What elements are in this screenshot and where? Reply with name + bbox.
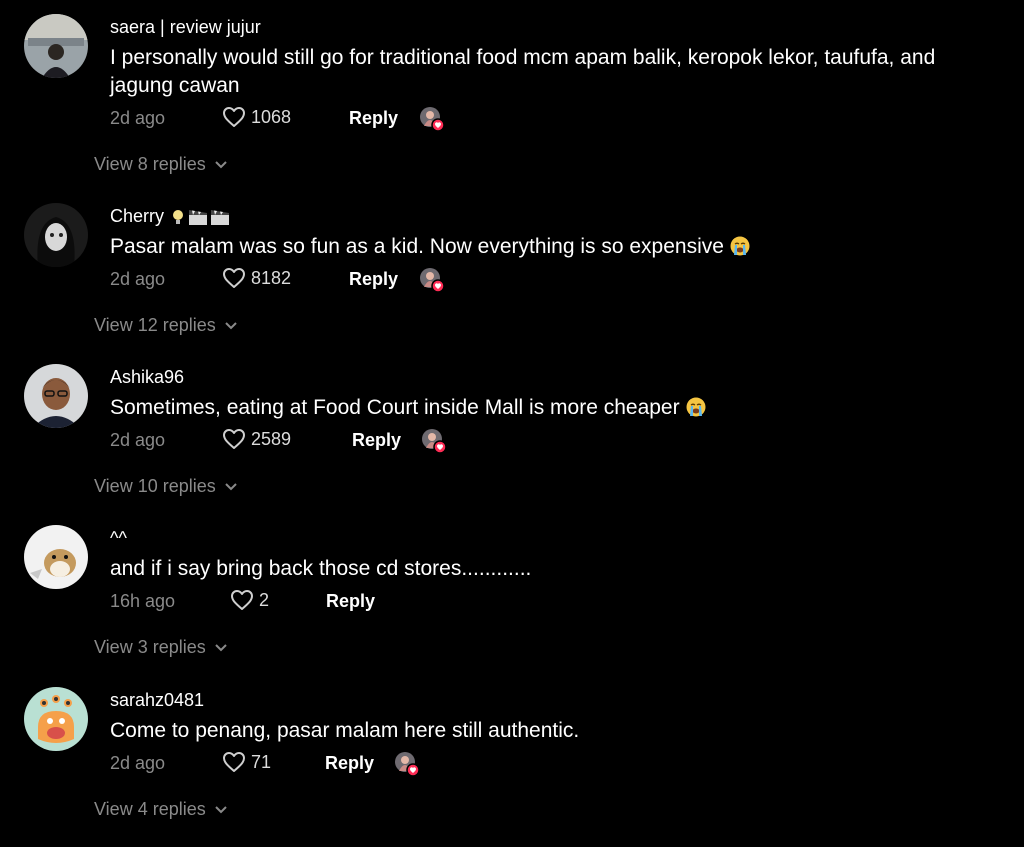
comment-username[interactable]: ^^: [110, 528, 127, 549]
like-button[interactable]: 2: [230, 589, 269, 611]
like-count: 8182: [251, 267, 292, 288]
comment-item: Ashika96 Sometimes, eating at Food Court…: [0, 364, 1024, 524]
comment-time: 2d ago: [110, 108, 166, 128]
chevron-down-icon: [225, 482, 237, 490]
creator-liked-badge: [419, 267, 445, 293]
view-replies-button[interactable]: View 3 replies: [94, 637, 228, 658]
avatar[interactable]: [24, 14, 88, 78]
view-replies-button[interactable]: View 10 replies: [94, 476, 238, 497]
reply-button[interactable]: Reply: [325, 753, 374, 774]
heart-icon: [223, 268, 245, 288]
comment-text: Sometimes, eating at Food Court inside M…: [110, 394, 990, 422]
chevron-down-icon: [215, 643, 227, 651]
comment-username[interactable]: Ashika96: [110, 367, 184, 388]
creator-liked-badge: [394, 751, 420, 777]
comment-meta: 2d ago 1068 Reply: [0, 106, 1024, 134]
heart-icon: [231, 590, 253, 610]
comment-text: and if i say bring back those cd stores.…: [110, 557, 532, 580]
like-count: 2589: [251, 428, 292, 449]
comment-time: 16h ago: [110, 591, 176, 611]
view-replies-button[interactable]: View 8 replies: [94, 154, 228, 175]
like-count: 1068: [251, 106, 292, 127]
avatar[interactable]: [24, 203, 88, 267]
chevron-down-icon: [215, 805, 227, 813]
reply-button[interactable]: Reply: [352, 430, 401, 451]
like-button[interactable]: 8182: [222, 267, 291, 289]
creator-liked-badge: [419, 106, 445, 132]
avatar[interactable]: [24, 687, 88, 751]
reply-button[interactable]: Reply: [326, 591, 375, 612]
comment-username[interactable]: sarahz0481: [110, 690, 204, 711]
comment-text: I personally would still go for traditio…: [110, 46, 936, 97]
view-replies-button[interactable]: View 12 replies: [94, 315, 238, 336]
comment-text: Pasar malam was so fun as a kid. Now eve…: [110, 233, 990, 261]
like-count: 2: [259, 589, 270, 610]
like-button[interactable]: 1068: [222, 106, 291, 128]
chevron-down-icon: [215, 160, 227, 168]
comment-text: Come to penang, pasar malam here still a…: [110, 719, 580, 742]
lightbulb-icon: [172, 208, 184, 226]
avatar[interactable]: [24, 525, 88, 589]
clapperboard-icon: [188, 208, 208, 226]
clapperboard-icon: [210, 208, 230, 226]
reply-button[interactable]: Reply: [349, 108, 398, 129]
heart-icon: [223, 429, 245, 449]
heart-icon: [223, 752, 245, 772]
comment-time: 2d ago: [110, 753, 166, 773]
loudly-crying-face-icon: [730, 236, 750, 256]
like-button[interactable]: 71: [222, 751, 271, 773]
view-replies-button[interactable]: View 4 replies: [94, 799, 228, 820]
like-count: 71: [251, 751, 272, 772]
comment-time: 2d ago: [110, 430, 166, 450]
loudly-crying-face-icon: [686, 397, 706, 417]
comment-meta: 16h ago 2 Reply: [0, 589, 1024, 617]
comment-item: Cherry Pasar malam was so fun as a kid. …: [0, 203, 1024, 363]
comment-item: saera | review jujur I personally would …: [0, 14, 1024, 174]
heart-icon: [223, 107, 245, 127]
comment-item: ^^ and if i say bring back those cd stor…: [0, 525, 1024, 685]
reply-button[interactable]: Reply: [349, 269, 398, 290]
comment-meta: 2d ago 8182 Reply: [0, 267, 1024, 295]
comment-username[interactable]: saera | review jujur: [110, 17, 261, 38]
like-button[interactable]: 2589: [222, 428, 291, 450]
comment-username[interactable]: Cherry: [110, 206, 230, 227]
comment-time: 2d ago: [110, 269, 166, 289]
creator-liked-badge: [421, 428, 447, 454]
comment-meta: 2d ago 71 Reply: [0, 751, 1024, 779]
comment-item: sarahz0481 Come to penang, pasar malam h…: [0, 687, 1024, 847]
avatar[interactable]: [24, 364, 88, 428]
comment-meta: 2d ago 2589 Reply: [0, 428, 1024, 456]
chevron-down-icon: [225, 321, 237, 329]
